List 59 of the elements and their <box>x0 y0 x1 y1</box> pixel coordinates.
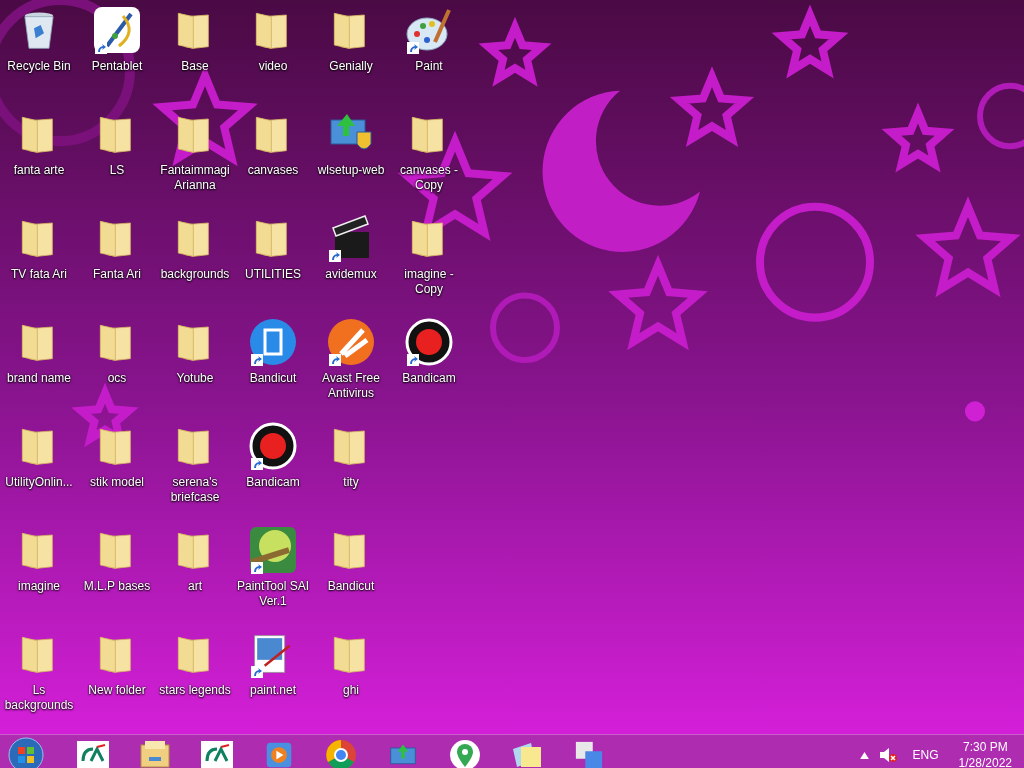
icon-label[interactable]: ghi <box>312 683 390 698</box>
icon-label[interactable]: Genially <box>312 59 390 74</box>
film-icon[interactable] <box>249 318 297 366</box>
icon-label[interactable]: Avast Free Antivirus <box>312 371 390 401</box>
chrome-icon[interactable] <box>325 739 357 768</box>
icon-label[interactable]: UtilityOnlin... <box>0 475 78 490</box>
icon-label[interactable]: New folder <box>78 683 156 698</box>
icon-label[interactable]: UTILITIES <box>234 267 312 282</box>
media-player-icon[interactable] <box>265 741 293 768</box>
icon-label[interactable]: tity <box>312 475 390 490</box>
icon-label[interactable]: imagine - Copy <box>390 267 468 297</box>
icon-label[interactable]: Fanta Ari <box>78 267 156 282</box>
icon-label[interactable]: Pentablet <box>78 59 156 74</box>
palette-icon[interactable] <box>405 6 453 54</box>
icon-label[interactable]: backgrounds <box>156 267 234 282</box>
icon-label[interactable]: TV fata Ari <box>0 267 78 282</box>
map-pin-icon[interactable] <box>449 739 481 768</box>
icon-label[interactable]: Base <box>156 59 234 74</box>
icon-label[interactable]: serena's briefcase <box>156 475 234 505</box>
icon-label[interactable]: brand name <box>0 371 78 386</box>
record-icon[interactable] <box>405 318 453 366</box>
icon-label[interactable]: M.L.P bases <box>78 579 156 594</box>
icon-label[interactable]: Fantaimmagi Arianna <box>156 163 234 193</box>
painttool-icon[interactable] <box>249 526 297 574</box>
icon-label[interactable]: Bandicut <box>312 579 390 594</box>
icon-label[interactable]: Yotube <box>156 371 234 386</box>
icon-label[interactable]: stars legends <box>156 683 234 698</box>
icon-label[interactable]: avidemux <box>312 267 390 282</box>
icon-label[interactable]: paint.net <box>234 683 312 698</box>
icon-label[interactable]: Bandicut <box>234 371 312 386</box>
bank-logo-icon[interactable] <box>77 739 109 768</box>
icon-label[interactable]: Paint <box>390 59 468 74</box>
icon-label[interactable]: LS <box>78 163 156 178</box>
record-icon[interactable] <box>249 422 297 470</box>
icon-label[interactable]: canvases - Copy <box>390 163 468 193</box>
icon-label[interactable]: PaintTool SAI Ver.1 <box>234 579 312 609</box>
icon-label[interactable]: stik model <box>78 475 156 490</box>
pen-tablet-icon[interactable] <box>93 6 141 54</box>
file-explorer-icon[interactable] <box>139 739 171 768</box>
start-button[interactable] <box>8 737 44 768</box>
icon-label[interactable]: Bandicam <box>234 475 312 490</box>
avast-icon[interactable] <box>327 318 375 366</box>
icon-label[interactable]: Recycle Bin <box>0 59 78 74</box>
clock-date[interactable]: 1/28/2022 <box>958 755 1012 768</box>
icon-label[interactable]: video <box>234 59 312 74</box>
icon-label[interactable]: Bandicam <box>390 371 468 386</box>
bank-logo-icon[interactable] <box>201 739 233 768</box>
icon-label[interactable]: wlsetup-web <box>312 163 390 178</box>
icon-label[interactable]: fanta arte <box>0 163 78 178</box>
show-hidden-icons-icon[interactable] <box>859 751 869 759</box>
clock-time[interactable]: 7:30 PM <box>962 739 1008 755</box>
icon-label[interactable]: imagine <box>0 579 78 594</box>
icon-label[interactable]: ocs <box>78 371 156 386</box>
translate-icon[interactable] <box>574 740 604 768</box>
icon-label[interactable]: Ls backgrounds <box>0 683 78 713</box>
icon-label[interactable]: art <box>156 579 234 594</box>
icon-label[interactable]: canvases <box>234 163 312 178</box>
language-indicator[interactable]: ENG <box>912 748 939 762</box>
volume-muted-icon[interactable] <box>878 747 897 763</box>
